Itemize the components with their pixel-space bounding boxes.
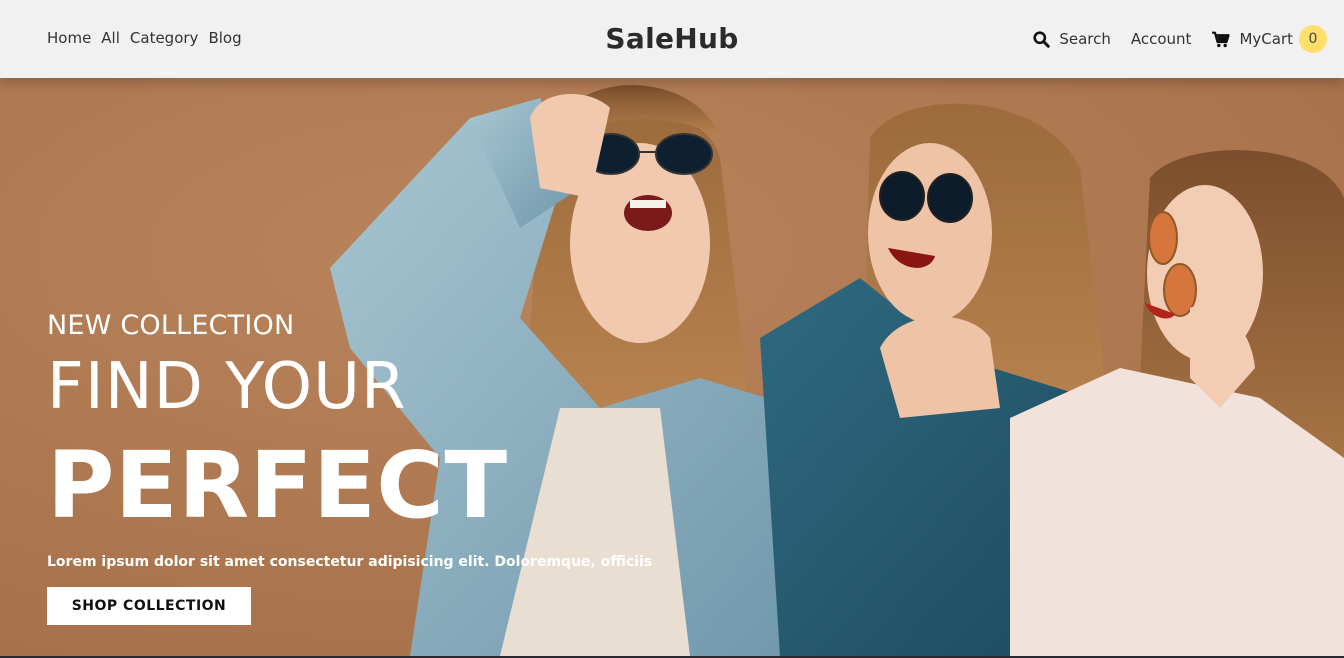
- hero-headline-line2: PERFECT: [47, 432, 508, 539]
- hero-kicker: NEW COLLECTION: [47, 310, 295, 341]
- cart-label: MyCart: [1239, 30, 1293, 48]
- search-button[interactable]: Search: [1033, 30, 1111, 48]
- account-link[interactable]: Account: [1131, 30, 1192, 48]
- cart-count-badge: 0: [1299, 25, 1327, 53]
- cart-icon: [1212, 31, 1231, 47]
- site-header: Home All Category Blog SaleHub Search Ac…: [0, 0, 1344, 78]
- shop-collection-button[interactable]: SHOP COLLECTION: [47, 587, 251, 625]
- hero-headline-line1: FIND YOUR: [47, 350, 407, 424]
- search-icon: [1033, 30, 1051, 48]
- cart-button[interactable]: MyCart 0: [1211, 25, 1327, 53]
- hero-description: Lorem ipsum dolor sit amet consectetur a…: [47, 554, 653, 570]
- search-label: Search: [1059, 30, 1111, 48]
- utility-nav: Search Account MyCart 0: [1013, 25, 1327, 53]
